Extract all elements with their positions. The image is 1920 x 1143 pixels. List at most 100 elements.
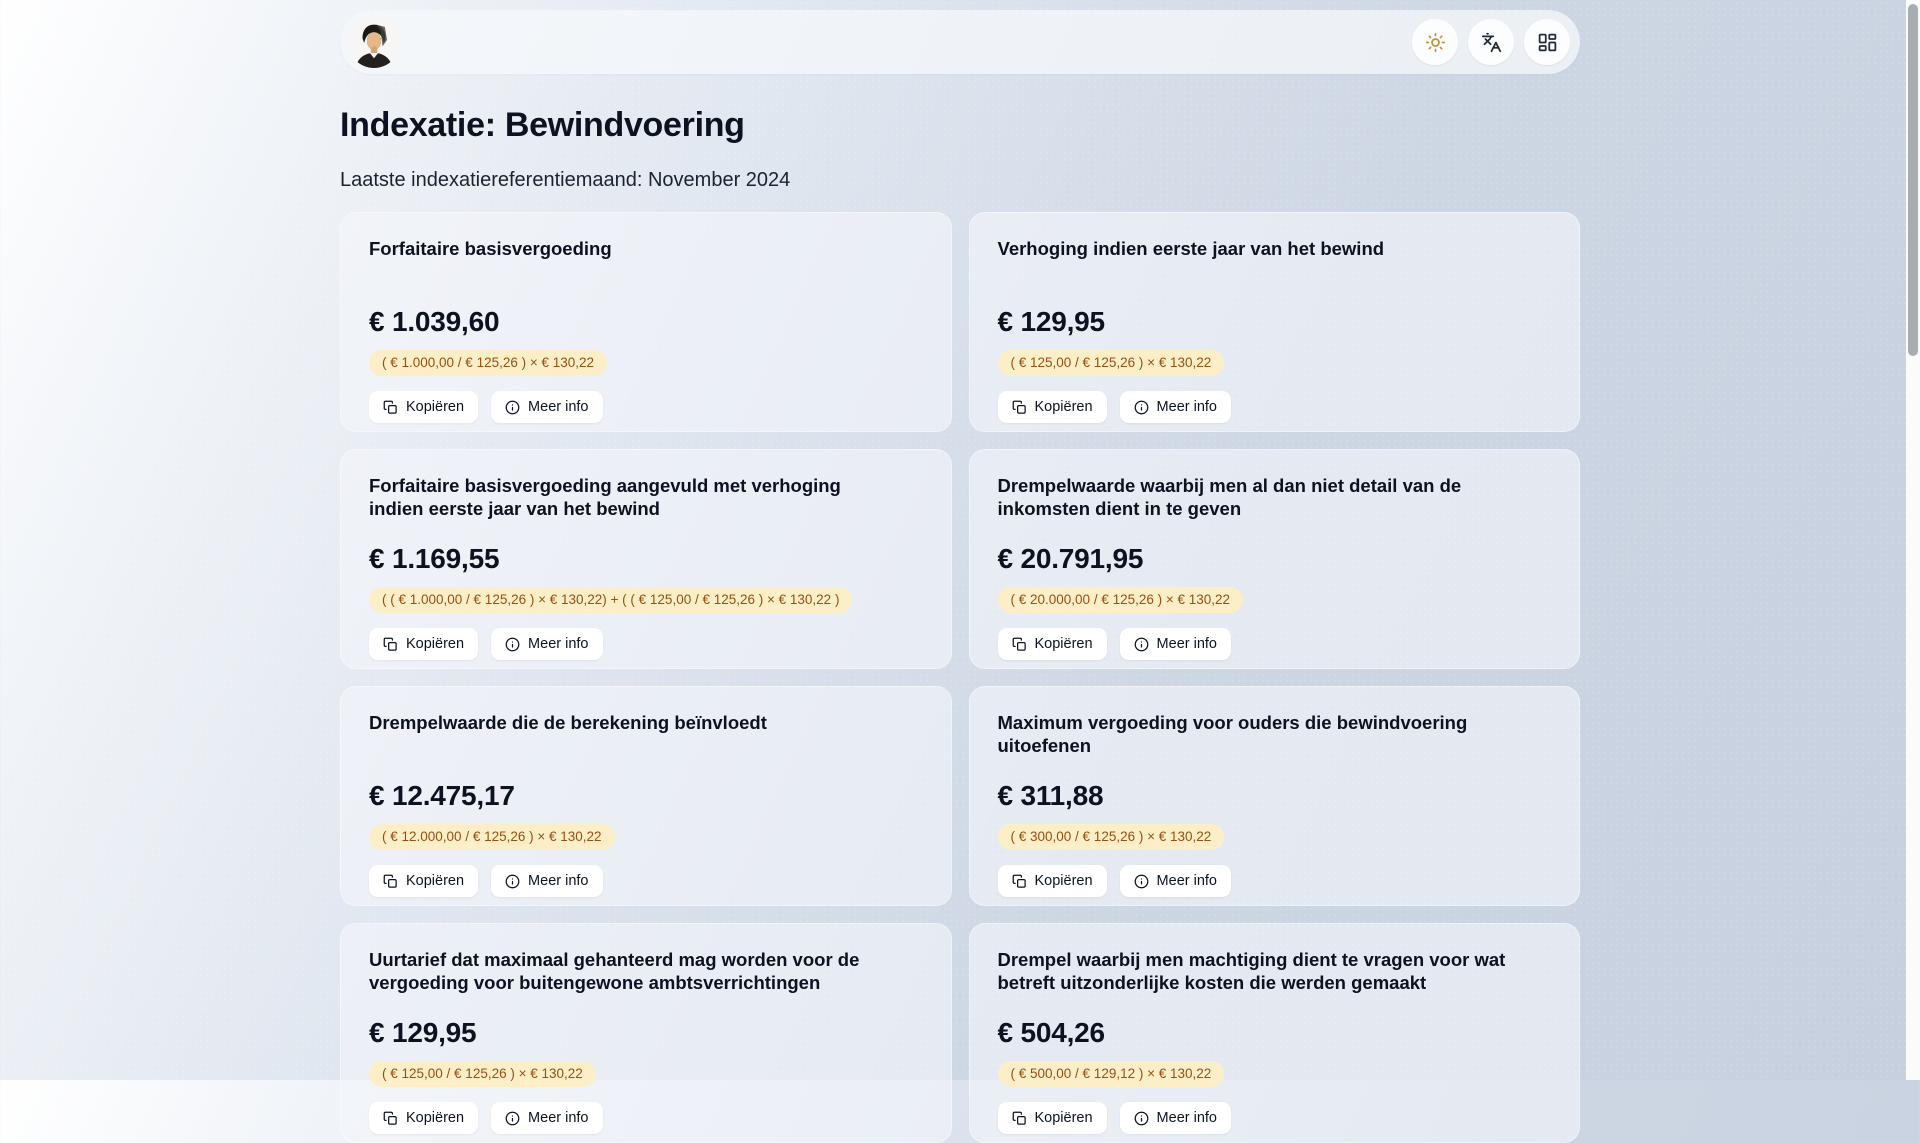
more-info-button-label: Meer info [528,636,588,652]
formula-badge: ( € 500,00 / € 129,12 ) × € 130,22 [998,1061,1225,1087]
card-actions: Kopiëren Meer info [998,391,1552,423]
more-info-button[interactable]: Meer info [1120,628,1231,660]
topbar-actions [1412,19,1570,65]
theme-toggle-button[interactable] [1412,19,1458,65]
indexation-card: Forfaitaire basisvergoeding aangevuld me… [340,449,952,669]
formula-badge: ( € 20.000,00 / € 125,26 ) × € 130,22 [998,587,1244,613]
info-icon [505,874,520,889]
copy-button[interactable]: Kopiëren [998,628,1107,660]
card-value: € 129,95 [998,306,1552,338]
formula-badge: ( ( € 1.000,00 / € 125,26 ) × € 130,22) … [369,587,852,613]
info-icon [1134,874,1149,889]
card-actions: Kopiëren Meer info [998,628,1552,660]
formula-badge: ( € 1.000,00 / € 125,26 ) × € 130,22 [369,350,607,376]
indexation-card: Forfaitaire basisvergoeding € 1.039,60 (… [340,212,952,432]
copy-button-label: Kopiëren [1035,1110,1093,1126]
translate-icon [1481,32,1502,53]
scrollbar-thumb[interactable] [1908,4,1918,356]
cards-grid: Forfaitaire basisvergoeding € 1.039,60 (… [340,212,1580,1143]
page-title: Indexatie: Bewindvoering [340,106,1580,145]
card-value: € 129,95 [369,1017,923,1049]
indexation-card: Maximum vergoeding voor ouders die bewin… [969,686,1581,906]
dashboard-icon [1537,32,1558,53]
formula-badge: ( € 125,00 / € 125,26 ) × € 130,22 [369,1061,596,1087]
copy-button[interactable]: Kopiëren [369,391,478,423]
copy-button-label: Kopiëren [406,873,464,889]
copy-button[interactable]: Kopiëren [998,391,1107,423]
copy-button-label: Kopiëren [406,1110,464,1126]
card-title: Drempel waarbij men machtiging dient te … [998,949,1524,995]
card-actions: Kopiëren Meer info [998,1102,1552,1134]
copy-button[interactable]: Kopiëren [369,1102,478,1134]
indexation-card: Uurtarief dat maximaal gehanteerd mag wo… [340,923,952,1143]
card-actions: Kopiëren Meer info [369,391,923,423]
card-actions: Kopiëren Meer info [369,628,923,660]
indexation-card: Drempel waarbij men machtiging dient te … [969,923,1581,1143]
copy-button-label: Kopiëren [1035,399,1093,415]
apps-menu-button[interactable] [1524,19,1570,65]
copy-button[interactable]: Kopiëren [998,1102,1107,1134]
card-title: Forfaitaire basisvergoeding [369,238,895,284]
formula-badge: ( € 12.000,00 / € 125,26 ) × € 130,22 [369,824,615,850]
avatar-illustration [348,16,400,68]
card-title: Uurtarief dat maximaal gehanteerd mag wo… [369,949,895,995]
more-info-button-label: Meer info [1157,399,1217,415]
copy-button[interactable]: Kopiëren [369,628,478,660]
formula-badge: ( € 300,00 / € 125,26 ) × € 130,22 [998,824,1225,850]
card-actions: Kopiëren Meer info [369,865,923,897]
more-info-button-label: Meer info [1157,1110,1217,1126]
copy-icon [1012,874,1027,889]
more-info-button[interactable]: Meer info [1120,865,1231,897]
copy-button-label: Kopiëren [406,636,464,652]
copy-icon [383,637,398,652]
page-subtitle: Laatste indexatiereferentiemaand: Novemb… [340,169,1580,192]
copy-icon [383,1111,398,1126]
card-actions: Kopiëren Meer info [369,1102,923,1134]
copy-button-label: Kopiëren [1035,636,1093,652]
indexation-card: Drempelwaarde waarbij men al dan niet de… [969,449,1581,669]
more-info-button-label: Meer info [1157,873,1217,889]
indexation-card: Drempelwaarde die de berekening beïnvloe… [340,686,952,906]
formula-badge: ( € 125,00 / € 125,26 ) × € 130,22 [998,350,1225,376]
copy-icon [1012,400,1027,415]
copy-icon [1012,1111,1027,1126]
avatar[interactable] [348,16,400,68]
more-info-button[interactable]: Meer info [491,1102,602,1134]
more-info-button-label: Meer info [528,873,588,889]
more-info-button[interactable]: Meer info [491,628,602,660]
page-container: Indexatie: Bewindvoering Laatste indexat… [340,0,1580,1143]
card-title: Verhoging indien eerste jaar van het bew… [998,238,1524,284]
more-info-button[interactable]: Meer info [491,865,602,897]
more-info-button-label: Meer info [528,399,588,415]
more-info-button-label: Meer info [1157,636,1217,652]
sun-icon [1425,32,1446,53]
card-value: € 311,88 [998,780,1552,812]
copy-icon [383,874,398,889]
info-icon [1134,637,1149,652]
copy-icon [383,400,398,415]
copy-button-label: Kopiëren [1035,873,1093,889]
card-title: Drempelwaarde die de berekening beïnvloe… [369,712,895,758]
language-switcher-button[interactable] [1468,19,1514,65]
info-icon [505,1111,520,1126]
card-title: Drempelwaarde waarbij men al dan niet de… [998,475,1524,521]
card-value: € 1.169,55 [369,543,923,575]
copy-button[interactable]: Kopiëren [998,865,1107,897]
more-info-button[interactable]: Meer info [1120,391,1231,423]
more-info-button[interactable]: Meer info [491,391,602,423]
card-value: € 504,26 [998,1017,1552,1049]
card-title: Forfaitaire basisvergoeding aangevuld me… [369,475,895,521]
card-actions: Kopiëren Meer info [998,865,1552,897]
info-icon [1134,1111,1149,1126]
info-icon [505,400,520,415]
copy-button-label: Kopiëren [406,399,464,415]
info-icon [1134,400,1149,415]
copy-icon [1012,637,1027,652]
more-info-button[interactable]: Meer info [1120,1102,1231,1134]
info-icon [505,637,520,652]
card-value: € 20.791,95 [998,543,1552,575]
scrollbar-track[interactable] [1906,0,1920,1080]
copy-button[interactable]: Kopiëren [369,865,478,897]
top-bar [340,10,1580,74]
card-value: € 12.475,17 [369,780,923,812]
